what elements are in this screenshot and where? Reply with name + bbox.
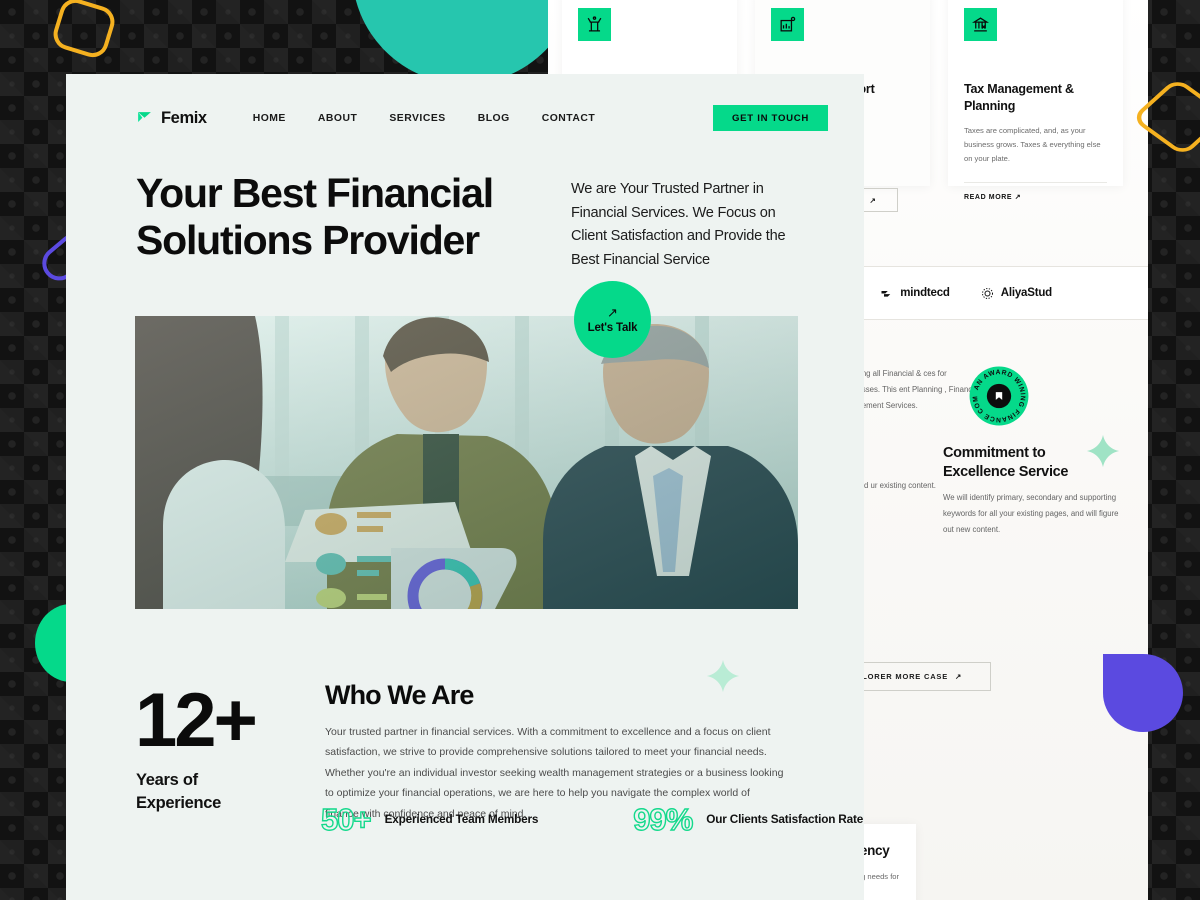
arrow-up-right-icon: ↗ bbox=[607, 304, 618, 320]
hero-photo bbox=[135, 316, 798, 609]
service-card[interactable]: Tax Management & Planning Taxes are comp… bbox=[948, 0, 1123, 201]
nav-item-services[interactable]: SERVICES bbox=[389, 113, 445, 124]
sparkle-icon bbox=[1086, 434, 1120, 468]
service-card-title: Tax Management & Planning bbox=[964, 82, 1074, 113]
tax-bank-icon bbox=[964, 8, 997, 41]
partner-logo[interactable]: mindtecd bbox=[879, 286, 950, 301]
bar-chart-report-icon bbox=[771, 8, 804, 41]
who-we-are-heading: Who We Are bbox=[325, 680, 474, 710]
hero-photo-illustration bbox=[135, 316, 798, 609]
screenshot-stage: Financial Reporting Auditing & Report ct… bbox=[0, 0, 1200, 900]
nav-links: HOME ABOUT SERVICES BLOG CONTACT bbox=[253, 113, 596, 124]
scale-chart-icon bbox=[578, 8, 611, 41]
stat-label: Experienced Team Members bbox=[384, 812, 539, 827]
stat-value: 50+ bbox=[320, 802, 372, 837]
nav-item-about[interactable]: ABOUT bbox=[318, 113, 357, 124]
stat-item: 50+ Experienced Team Members bbox=[320, 802, 539, 837]
lets-talk-label: Let's Talk bbox=[587, 321, 638, 334]
aliyastud-gear-icon bbox=[981, 287, 993, 299]
award-seal-badge: AN AWARD WINING FINANCE COMPANY bbox=[967, 364, 1029, 426]
read-more-link[interactable]: READ MORE ↗ bbox=[964, 181, 1107, 201]
stats-row: 50+ Experienced Team Members 99% Our Cli… bbox=[320, 802, 864, 837]
femix-flag-icon bbox=[138, 111, 151, 122]
years-experience-label: Years of Experience bbox=[136, 771, 222, 812]
about-right-body: We will identify primary, secondary and … bbox=[943, 493, 1119, 534]
stat-label: Our Clients Satisfaction Rate bbox=[706, 812, 864, 827]
main-navigation: Femix HOME ABOUT SERVICES BLOG CONTACT G… bbox=[136, 97, 828, 139]
partner-logo[interactable]: AliyaStud bbox=[980, 286, 1052, 301]
partner-logo-label: AliyaStud bbox=[1000, 287, 1052, 299]
hero-heading: Your Best Financial Solutions Provider bbox=[136, 170, 494, 263]
service-card-body: Taxes are complicated, and, as your busi… bbox=[964, 125, 1101, 163]
nav-item-blog[interactable]: BLOG bbox=[478, 113, 510, 124]
get-in-touch-button[interactable]: GET IN TOUCH bbox=[713, 105, 828, 131]
mindtecd-icon bbox=[881, 290, 891, 297]
purple-blob-decoration bbox=[1103, 654, 1183, 732]
partner-logo-label: mindtecd bbox=[900, 287, 950, 299]
nav-item-home[interactable]: HOME bbox=[253, 113, 286, 124]
years-experience-number: 12+ bbox=[135, 678, 258, 763]
stat-item: 99% Our Clients Satisfaction Rate bbox=[633, 802, 864, 837]
brand-logo[interactable]: Femix bbox=[136, 109, 207, 128]
brand-name: Femix bbox=[161, 108, 207, 127]
hero-panel: Femix HOME ABOUT SERVICES BLOG CONTACT G… bbox=[66, 74, 864, 900]
arrow-up-right-icon: ↗ bbox=[955, 672, 963, 681]
nav-item-contact[interactable]: CONTACT bbox=[542, 113, 596, 124]
sparkle-icon bbox=[706, 659, 740, 693]
lets-talk-button[interactable]: ↗ Let's Talk bbox=[574, 281, 651, 358]
hero-lede: We are Your Trusted Partner in Financial… bbox=[571, 181, 786, 268]
stat-value: 99% bbox=[633, 802, 694, 837]
